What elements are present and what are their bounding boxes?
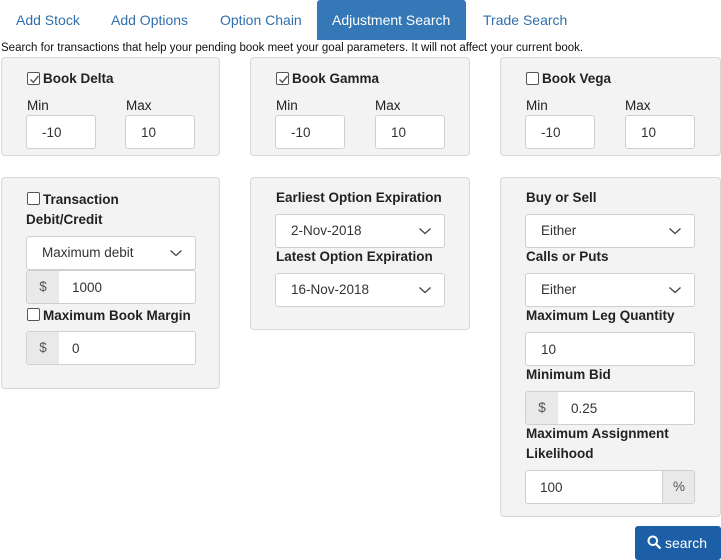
min-bid-label: Minimum Bid — [526, 367, 611, 382]
search-button[interactable]: search — [635, 526, 721, 560]
transaction-mode-select[interactable]: Maximum debit — [26, 236, 196, 270]
tab-bar: Add Stock Add Options Option Chain Adjus… — [0, 0, 721, 40]
book-delta-panel: Book Delta Min Max — [1, 57, 220, 156]
book-gamma-min-label: Min — [276, 98, 298, 113]
book-vega-max-label: Max — [625, 98, 651, 113]
max-assignment-label-line2: Likelihood — [526, 446, 594, 461]
book-margin-group: $ — [26, 331, 196, 365]
dollar-addon: $ — [526, 392, 558, 424]
chevron-down-icon — [419, 287, 431, 294]
earliest-expiration-select[interactable]: 2-Nov-2018 — [275, 214, 445, 248]
book-vega-min-input[interactable] — [525, 115, 595, 149]
book-gamma-max-label: Max — [375, 98, 401, 113]
max-assignment-input[interactable] — [526, 471, 661, 503]
latest-expiration-select[interactable]: 16-Nov-2018 — [275, 273, 445, 307]
calls-puts-select[interactable]: Either — [525, 273, 695, 307]
book-delta-checkbox[interactable] — [27, 72, 40, 85]
transaction-label: Transaction — [43, 192, 119, 207]
transaction-amount-input[interactable] — [60, 271, 195, 303]
book-gamma-checkbox[interactable] — [276, 72, 289, 85]
chevron-down-icon — [669, 287, 681, 294]
transaction-panel: Transaction Debit/Credit Maximum debit $… — [1, 177, 220, 389]
filters-panel: Buy or Sell Either Calls or Puts Either … — [500, 177, 721, 517]
buy-sell-label: Buy or Sell — [526, 190, 597, 205]
book-delta-max-input[interactable] — [125, 115, 195, 149]
max-assignment-group: % — [525, 470, 695, 504]
chevron-down-icon — [419, 228, 431, 235]
chevron-down-icon — [669, 228, 681, 235]
book-vega-min-label: Min — [526, 98, 548, 113]
book-vega-max-input[interactable] — [625, 115, 695, 149]
book-delta-min-label: Min — [27, 98, 49, 113]
transaction-checkbox[interactable] — [27, 192, 40, 205]
min-bid-input[interactable] — [559, 392, 694, 424]
calls-puts-value: Either — [541, 282, 577, 297]
checkmark-icon — [279, 75, 289, 84]
tab-option-chain[interactable]: Option Chain — [205, 0, 317, 40]
max-leg-qty-label: Maximum Leg Quantity — [526, 308, 675, 323]
page-description: Search for transactions that help your p… — [1, 42, 584, 54]
buy-sell-select[interactable]: Either — [525, 214, 695, 248]
transaction-amount-group: $ — [26, 270, 196, 304]
checkmark-icon — [30, 75, 40, 84]
earliest-expiration-label: Earliest Option Expiration — [276, 190, 442, 205]
max-assignment-label: Maximum Assignment — [526, 426, 669, 441]
calls-puts-label: Calls or Puts — [526, 249, 609, 264]
book-margin-label: Maximum Book Margin — [43, 308, 191, 323]
latest-expiration-value: 16-Nov-2018 — [291, 282, 370, 297]
book-delta-label: Book Delta — [43, 71, 114, 86]
book-gamma-min-input[interactable] — [275, 115, 345, 149]
tab-trade-search[interactable]: Trade Search — [468, 0, 582, 40]
book-gamma-label: Book Gamma — [292, 71, 380, 86]
max-leg-qty-input[interactable] — [525, 332, 695, 366]
earliest-expiration-value: 2-Nov-2018 — [291, 223, 362, 238]
tab-add-options[interactable]: Add Options — [96, 0, 203, 40]
book-margin-input[interactable] — [60, 332, 195, 364]
search-button-label: search — [665, 535, 708, 551]
book-gamma-panel: Book Gamma Min Max — [250, 57, 470, 156]
search-icon — [647, 535, 661, 549]
dollar-addon: $ — [27, 332, 59, 364]
book-delta-min-input[interactable] — [26, 115, 96, 149]
book-gamma-max-input[interactable] — [375, 115, 445, 149]
book-delta-max-label: Max — [126, 98, 152, 113]
book-margin-checkbox[interactable] — [27, 308, 40, 321]
percent-addon: % — [662, 471, 694, 503]
dollar-addon: $ — [27, 271, 59, 303]
chevron-down-icon — [170, 250, 182, 257]
book-vega-checkbox[interactable] — [526, 72, 539, 85]
transaction-mode-value: Maximum debit — [42, 245, 134, 260]
latest-expiration-label: Latest Option Expiration — [276, 249, 433, 264]
tab-adjustment-search[interactable]: Adjustment Search — [317, 0, 466, 40]
tab-add-stock[interactable]: Add Stock — [1, 0, 95, 40]
transaction-label-line2: Debit/Credit — [26, 212, 103, 227]
expiration-panel: Earliest Option Expiration 2-Nov-2018 La… — [250, 177, 470, 330]
min-bid-group: $ — [525, 391, 695, 425]
book-vega-panel: Book Vega Min Max — [500, 57, 721, 156]
buy-sell-value: Either — [541, 223, 577, 238]
book-vega-label: Book Vega — [542, 71, 612, 86]
